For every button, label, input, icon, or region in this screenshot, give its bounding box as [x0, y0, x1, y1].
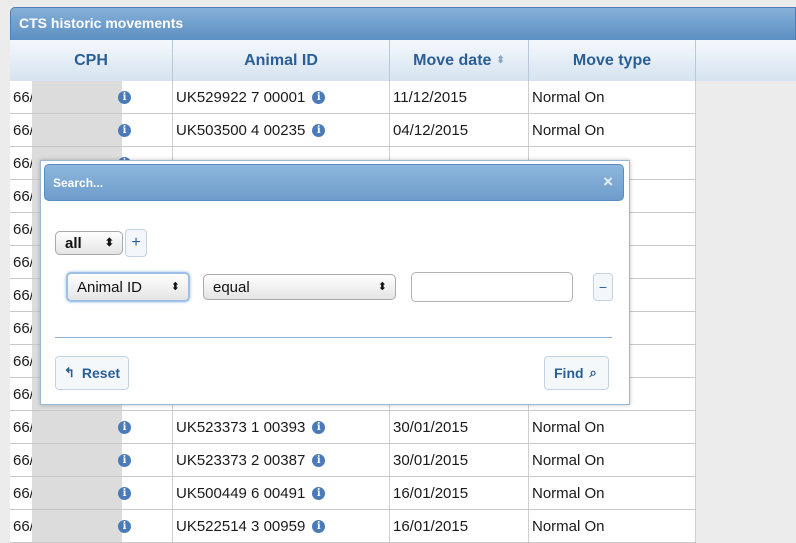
add-rule-button[interactable]: +	[125, 229, 147, 257]
group-operator-select[interactable]: all ⬍	[55, 231, 123, 255]
reset-icon: ↰	[64, 365, 75, 380]
search-value-input[interactable]	[411, 272, 573, 302]
plus-icon: +	[131, 234, 141, 251]
sort-icon[interactable]: ⬍	[496, 55, 504, 66]
grid-header: CPH Animal ID Move date ⬍ Move type	[10, 40, 796, 82]
select-arrows-icon: ⬍	[377, 280, 387, 293]
group-operator-value: all	[65, 234, 82, 252]
search-icon: ⌕	[589, 365, 597, 380]
column-header-move-date[interactable]: Move date ⬍	[390, 40, 529, 81]
remove-rule-button[interactable]: −	[593, 273, 613, 301]
dialog-separator	[55, 337, 612, 338]
field-select-value: Animal ID	[77, 278, 143, 296]
reset-label: Reset	[81, 365, 121, 381]
column-header-label: Animal ID	[244, 51, 318, 69]
panel-title: CTS historic movements	[10, 7, 796, 40]
column-header-animal-id[interactable]: Animal ID	[173, 40, 390, 81]
select-arrows-icon: ⬍	[170, 280, 180, 293]
search-dialog: Search... × all ⬍ + Animal ID ⬍ equal ⬍ …	[40, 160, 630, 405]
find-button[interactable]: Find ⌕	[544, 356, 609, 390]
field-select[interactable]: Animal ID ⬍	[66, 272, 190, 302]
operator-select[interactable]: equal ⬍	[203, 274, 396, 300]
column-header-filler	[696, 40, 796, 81]
column-header-label: Move type	[572, 51, 652, 69]
reset-button[interactable]: ↰ Reset	[55, 356, 129, 390]
minus-icon: −	[598, 279, 608, 295]
find-label: Find	[554, 365, 584, 381]
dialog-titlebar: Search... ×	[44, 164, 624, 201]
column-header-cph[interactable]: CPH	[10, 40, 173, 81]
close-icon[interactable]: ×	[603, 165, 613, 199]
dialog-title: Search...	[53, 176, 104, 190]
panel-title-text: CTS historic movements	[19, 15, 184, 31]
select-arrows-icon: ⬍	[104, 236, 114, 249]
column-header-move-type[interactable]: Move type	[529, 40, 696, 81]
column-header-label: Move date	[413, 51, 492, 69]
column-header-label: CPH	[74, 51, 108, 69]
operator-select-value: equal	[213, 278, 250, 296]
